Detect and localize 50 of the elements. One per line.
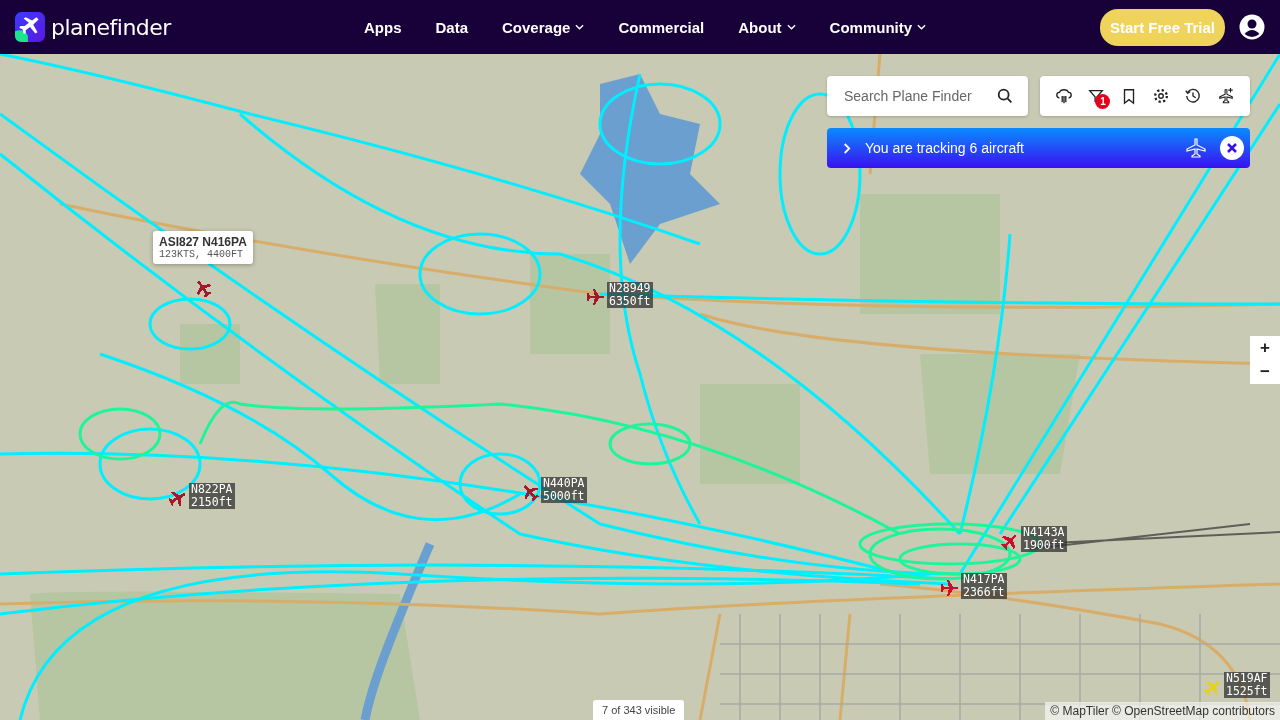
aircraft-tag-text: 5000ft	[543, 490, 585, 503]
aircraft-tag-text: N519AF	[1226, 672, 1268, 685]
aircraft-tag[interactable]: N4143A 1900ft	[1021, 526, 1067, 552]
aircraft-tag[interactable]: N417PA 2366ft	[961, 573, 1007, 599]
search-icon[interactable]	[996, 87, 1014, 105]
nav-link[interactable]: Community	[829, 18, 927, 36]
caret-icon[interactable]	[786, 24, 796, 30]
nav-link[interactable]: Coverage	[502, 18, 585, 36]
nav-link[interactable]: Commercial	[618, 18, 705, 36]
aircraft-tag-text: 6350ft	[609, 295, 651, 308]
aircraft-tag-text: N4143A	[1023, 526, 1065, 539]
nav-link[interactable]: Data	[435, 18, 468, 36]
nav-link[interactable]: About	[738, 18, 796, 36]
search-field[interactable]: Search Plane Finder	[842, 87, 996, 105]
search-bar[interactable]: Search Plane Finder	[827, 76, 1028, 116]
caret-icon[interactable]	[575, 24, 585, 30]
aircraft-tag-text: N440PA	[543, 477, 585, 490]
nav-link[interactable]: Apps	[364, 18, 402, 36]
aircraft-tag[interactable]: N822PA 2150ft	[189, 483, 235, 509]
aircraft-tag-text: 2366ft	[963, 586, 1005, 599]
visible-count: 7 of 343 visible	[593, 700, 685, 720]
aircraft-tag[interactable]: N519AF 1525ft	[1224, 672, 1270, 698]
tracking-message: You are tracking 6 aircraft	[865, 140, 1025, 156]
tracking-banner[interactable]: You are tracking 6 aircraft	[827, 128, 1250, 168]
aircraft-tag-text: N28949	[609, 282, 651, 295]
account-icon[interactable]	[1239, 14, 1265, 40]
aircraft-tag-text: 1525ft	[1226, 685, 1268, 698]
aircraft-tag-text: 2150ft	[191, 496, 233, 509]
aircraft-tag-text: 1900ft	[1023, 539, 1065, 552]
plane-icon	[1186, 138, 1206, 158]
caret-icon[interactable]	[917, 24, 927, 30]
chevron-icon[interactable]	[842, 141, 851, 155]
plane-icon[interactable]	[194, 279, 212, 297]
flight-title: ASI827 N416PA	[159, 235, 247, 249]
aircraft-tag-text: N822PA	[191, 483, 233, 496]
filter-count-badge: 1	[1095, 94, 1111, 109]
map-attribution: © MapTiler © OpenStreetMap contributors	[1045, 702, 1280, 720]
close-icon[interactable]	[1220, 136, 1244, 160]
plane-icon[interactable]	[587, 288, 605, 306]
plane-icon[interactable]	[521, 483, 539, 501]
plane-icon[interactable]	[941, 579, 959, 597]
brand-name[interactable]: planefinder	[51, 14, 171, 40]
flight-details: 123KTS, 4400FT	[159, 249, 244, 260]
aircraft-tag[interactable]: N28949 6350ft	[607, 282, 653, 308]
plane-icon[interactable]	[1001, 532, 1019, 550]
logo-icon	[15, 12, 45, 42]
aircraft-tag[interactable]: N440PA 5000ft	[541, 477, 587, 503]
aircraft-tag-text: N417PA	[963, 573, 1005, 586]
aircraft-popup[interactable]: ASI827 N416PA 123KTS, 4400FT	[153, 231, 253, 264]
plane-icon[interactable]	[169, 489, 187, 507]
